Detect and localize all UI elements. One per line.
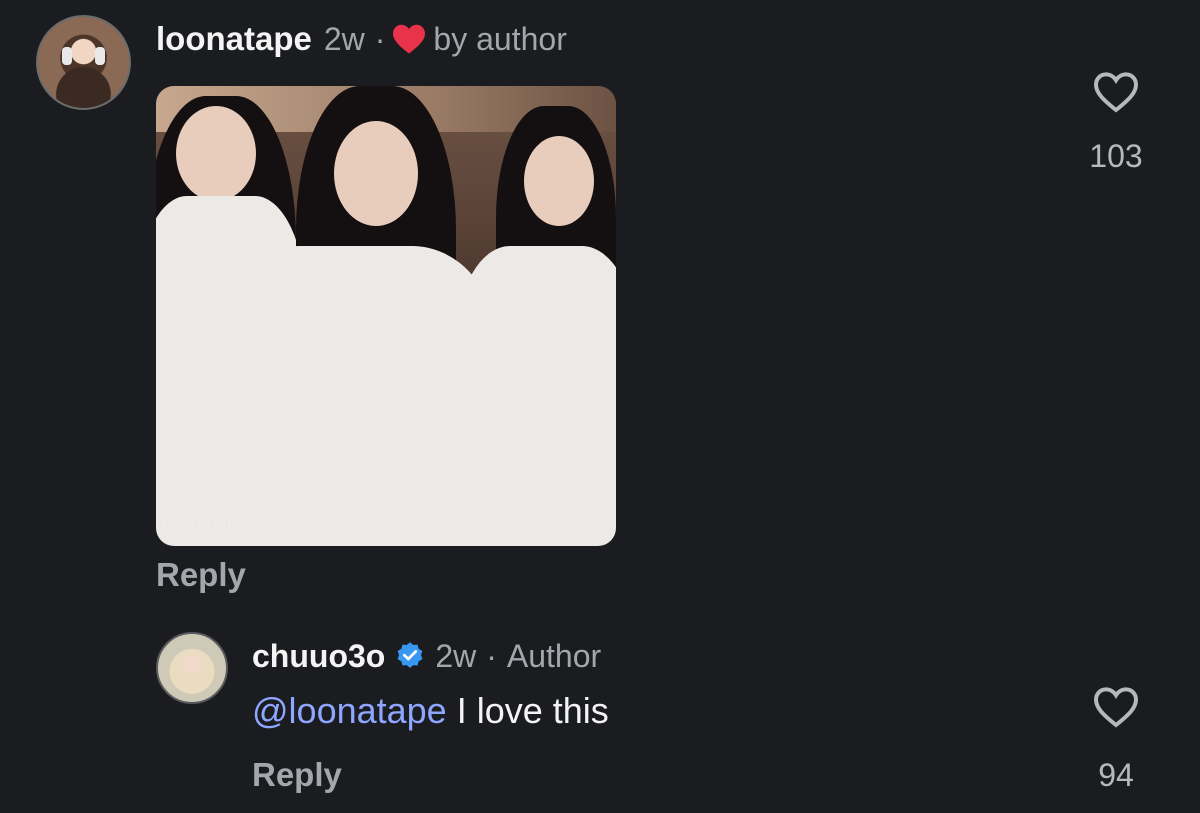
like-count: 94 (1098, 757, 1134, 793)
avatar-chuuo3o[interactable] (156, 632, 228, 704)
figure-shape (334, 121, 418, 226)
comment-header: loonatape 2w · by author (156, 18, 567, 60)
author-label: Author (506, 637, 602, 674)
avatar-loonatape[interactable] (36, 15, 131, 110)
figure-shape (176, 106, 256, 201)
reply-header: chuuo3o 2w · Author (252, 636, 601, 676)
timestamp: 2w (323, 20, 365, 57)
separator-dot: · (374, 20, 386, 57)
media-watermark: loonatape (162, 514, 242, 532)
heart-outline-icon[interactable] (1092, 70, 1140, 114)
comments-thread: loonatape 2w · by author loonatape Reply… (0, 0, 1200, 813)
verified-badge-icon (397, 642, 423, 668)
mention-link[interactable]: @loonatape (252, 690, 447, 731)
headphone-shape (95, 47, 105, 65)
like-count: 103 (1089, 138, 1143, 174)
username[interactable]: chuuo3o (252, 638, 385, 675)
separator-dot: · (486, 637, 497, 674)
reply-text: @loonatape I love this (252, 690, 609, 732)
like-control: 94 (1076, 685, 1156, 794)
headphone-shape (62, 47, 72, 65)
liked-by-author-label: by author (433, 20, 567, 57)
figure-shape (216, 246, 496, 546)
reply-button[interactable]: Reply (252, 756, 342, 794)
heart-outline-icon[interactable] (1092, 685, 1140, 729)
heart-filled-icon (393, 24, 426, 54)
username[interactable]: loonatape (156, 20, 312, 58)
comment-gif[interactable]: loonatape (156, 86, 616, 546)
figure-shape (524, 136, 594, 226)
reply-body: I love this (446, 690, 609, 731)
reply-button[interactable]: Reply (156, 556, 246, 594)
like-control: 103 (1076, 70, 1156, 175)
timestamp: 2w (435, 637, 477, 674)
